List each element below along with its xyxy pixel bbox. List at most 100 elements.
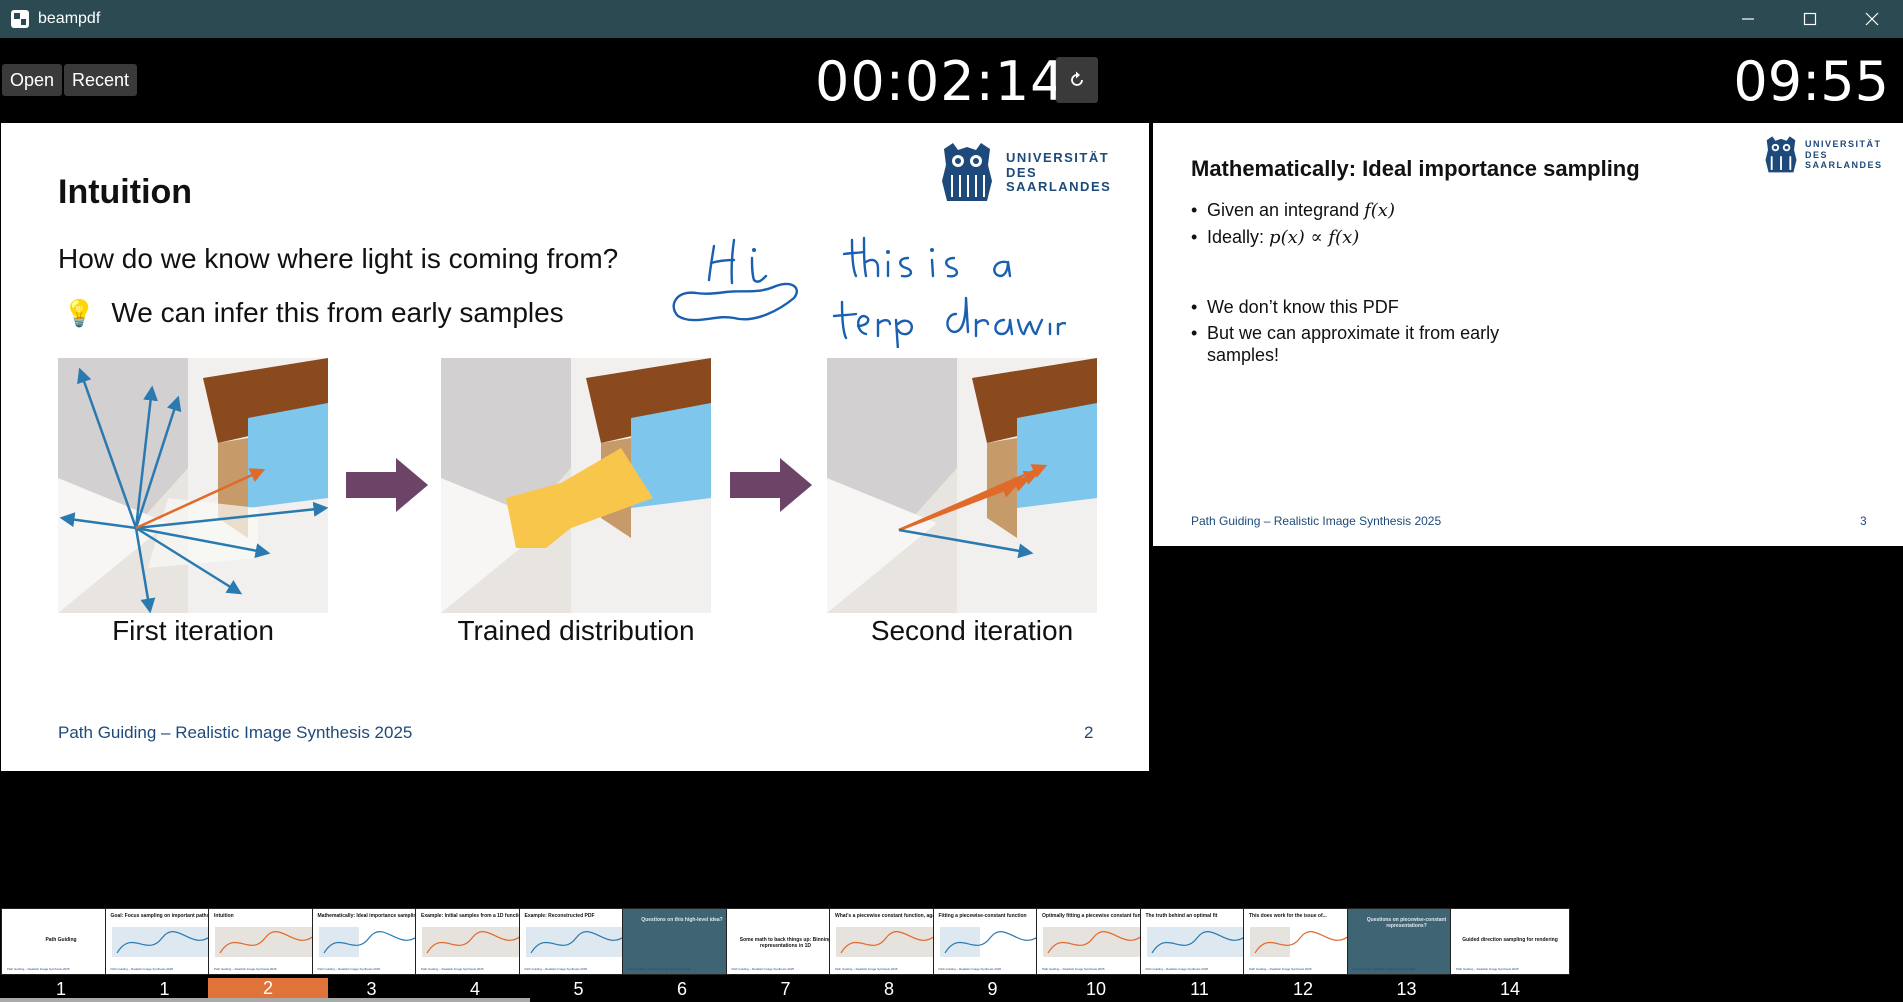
logo-text: UNIVERSITÄT DES SAARLANDES (1805, 139, 1883, 171)
arrow-right-icon (730, 458, 812, 512)
slide-title: Intuition (58, 173, 193, 211)
thumbnail-footer: Path Guiding – Realistic Image Synthesis… (7, 967, 70, 971)
thumbnail-number[interactable]: 14 (1450, 979, 1570, 1000)
slide-thumbnail[interactable]: Questions on this high-level idea? Path G… (622, 908, 742, 975)
thumbnail-title: This does work for the issue of... (1249, 913, 1327, 919)
thumbnail-title: The truth behind an optimal fit (1145, 913, 1218, 919)
owl-logo-icon (942, 143, 992, 201)
slide-thumbnail[interactable]: Mathematically: Ideal importance samplin… (311, 908, 432, 975)
thumbnail-number[interactable]: 1 (105, 979, 225, 1000)
slide-thumbnail[interactable]: Path Guiding Path Guiding – Realistic Ima… (1, 908, 121, 975)
reset-icon (1071, 71, 1083, 86)
thumbnail-number[interactable]: 4 (415, 979, 535, 1000)
thumbnail-title: Intuition (214, 913, 234, 919)
slide-thumbnail[interactable]: Questions on piecewise-constant represen… (1346, 908, 1467, 975)
owl-logo-icon (1765, 136, 1797, 173)
window-title: beampdf (38, 10, 101, 27)
slide-thumbnail[interactable]: Fitting a piecewise-constant function Pat… (932, 908, 1053, 975)
minimize-button[interactable] (1717, 0, 1779, 38)
slide-thumbnail[interactable]: Some math to back things up: Binning rep… (725, 908, 846, 975)
arrow-right-icon (346, 458, 428, 512)
close-icon (1865, 12, 1879, 26)
next-bullet-ideally: Ideally: p(x) ∝ f(x) (1191, 226, 1395, 249)
thumbnail-preview-graphic (1250, 927, 1351, 957)
thumbnail-footer: Path Guiding – Realistic Image Synthesis… (1352, 967, 1416, 971)
thumbnail-number[interactable]: 13 (1347, 979, 1467, 1000)
maximize-button[interactable] (1779, 0, 1841, 38)
slide-thumbnail-strip[interactable]: Path Guiding Path Guiding – Realistic Ima… (0, 904, 1903, 1002)
thumbnail-title: Path Guiding (45, 937, 77, 943)
next-bullet-approximate: But we can approximate it from early sam… (1191, 322, 1521, 366)
slide-thumbnail[interactable]: What's a piecewise constant function, ag… (829, 908, 949, 975)
lightbulb-icon: 💡 (63, 297, 96, 328)
thumbnail-footer: Path Guiding – Realistic Image Synthesis… (835, 967, 898, 971)
caption-second-iteration: Second iteration (870, 615, 1074, 646)
thumbnail-footer: Path Guiding – Realistic Image Synthesis… (628, 967, 691, 971)
reset-timer-button[interactable] (1056, 57, 1098, 103)
slide-thumbnail[interactable]: This does work for the issue of... Path G… (1243, 908, 1363, 975)
clock: 09:55 (1733, 50, 1889, 113)
current-slide: UNIVERSITÄT DES SAARLANDES Intuition How… (1, 123, 1149, 771)
thumbnail-number[interactable]: 3 (312, 979, 432, 1000)
handwritten-drawing (672, 236, 1066, 348)
minimize-icon (1742, 18, 1754, 20)
thumbnail-preview-graphic (1043, 927, 1144, 957)
elapsed-timer: 00:02:14 (815, 50, 1066, 113)
first-iteration-image (58, 358, 328, 613)
next-slide-page-number: 3 (1860, 514, 1867, 528)
next-slide-bullets-bottom: We don’t know this PDF But we can approx… (1191, 296, 1521, 370)
thumbnail-number[interactable]: 7 (726, 979, 846, 1000)
thumbnail-number[interactable]: 5 (519, 979, 639, 1000)
thumbnail-footer: Path Guiding – Realistic Image Synthesis… (1456, 967, 1519, 971)
thumbnail-footer: Path Guiding – Realistic Image Synthesis… (317, 967, 381, 971)
thumbnail-footer: Path Guiding – Realistic Image Synthesis… (938, 967, 1002, 971)
thumbnail-preview-graphic (111, 927, 212, 957)
thumbnail-footer: Path Guiding – Realistic Image Synthesis… (1249, 967, 1312, 971)
slide-page-number: 2 (1084, 723, 1094, 742)
thumbnail-footer: Path Guiding – Realistic Image Synthesis… (731, 967, 795, 971)
slide-thumbnail[interactable]: Example: Reconstructed PDF Path Guiding –… (518, 908, 639, 975)
university-logo: UNIVERSITÄT DES SAARLANDES (938, 141, 1111, 205)
thumbnail-footer: Path Guiding – Realistic Image Synthesis… (1145, 967, 1209, 971)
thumbnail-number[interactable]: 11 (1140, 979, 1260, 1000)
slide-footer: Path Guiding – Realistic Image Synthesis… (58, 723, 413, 742)
caption-trained-distribution: Trained distribution (457, 615, 695, 646)
thumbnail-title: Goal: Focus sampling on important paths (110, 913, 210, 919)
thumbnail-number[interactable]: 8 (829, 979, 949, 1000)
slide-question: How do we know where light is coming fro… (58, 243, 619, 274)
slide-thumbnail[interactable]: Example: Initial samples from a 1D funct… (415, 908, 535, 975)
thumbnail-number[interactable]: 9 (933, 979, 1053, 1000)
thumbnail-footer: Path Guiding – Realistic Image Synthesis… (421, 967, 484, 971)
thumbnail-scrollbar[interactable] (0, 998, 530, 1002)
next-slide-title: Mathematically: Ideal importance samplin… (1191, 156, 1640, 181)
thumbnail-footer: Path Guiding – Realistic Image Synthesis… (524, 967, 588, 971)
thumbnail-title: What's a piecewise constant function, ag… (835, 913, 943, 919)
open-button[interactable]: Open (2, 64, 63, 96)
close-button[interactable] (1841, 0, 1903, 38)
logo-text: UNIVERSITÄT DES SAARLANDES (1006, 149, 1112, 195)
thumbnail-number[interactable]: 6 (622, 979, 742, 1000)
slide-thumbnail[interactable]: Guided direction sampling for rendering P… (1450, 908, 1570, 975)
thumbnail-preview-graphic (422, 927, 523, 957)
thumbnail-preview-graphic (215, 927, 316, 957)
thumbnail-title: Mathematically: Ideal importance samplin… (317, 913, 420, 919)
thumbnail-number[interactable]: 1 (1, 979, 121, 1000)
thumbnail-preview-graphic (318, 927, 419, 957)
slide-bullet: 💡 We can infer this from early samples (63, 297, 564, 328)
slide-thumbnail[interactable]: The truth behind an optimal fit Path Guid… (1139, 908, 1260, 975)
thumbnail-footer: Path Guiding – Realistic Image Synthesis… (110, 967, 174, 971)
next-bullet-pdf: We don’t know this PDF (1191, 296, 1521, 318)
maximize-icon (1803, 12, 1817, 26)
thumbnail-title: Questions on this high-level idea? (641, 917, 723, 923)
slide-thumbnail[interactable]: Optimally fitting a piecewise constant f… (1036, 908, 1156, 975)
thumbnail-preview-graphic (836, 927, 937, 957)
next-slide-footer: Path Guiding – Realistic Image Synthesis… (1191, 514, 1442, 528)
thumbnail-number[interactable]: 10 (1036, 979, 1156, 1000)
thumbnail-title: Optimally fitting a piecewise constant f… (1042, 913, 1153, 919)
slide-thumbnail[interactable]: Goal: Focus sampling on important paths P… (104, 908, 225, 975)
thumbnail-number[interactable]: 12 (1243, 979, 1363, 1000)
caption-first-iteration: First iteration (112, 615, 274, 646)
recent-button[interactable]: Recent (64, 64, 138, 96)
slide-thumbnail[interactable]: Intuition Path Guiding – Realistic Image … (208, 908, 328, 975)
next-slide-bullets-top: Given an integrand f(x) Ideally: p(x) ∝ … (1191, 199, 1395, 253)
